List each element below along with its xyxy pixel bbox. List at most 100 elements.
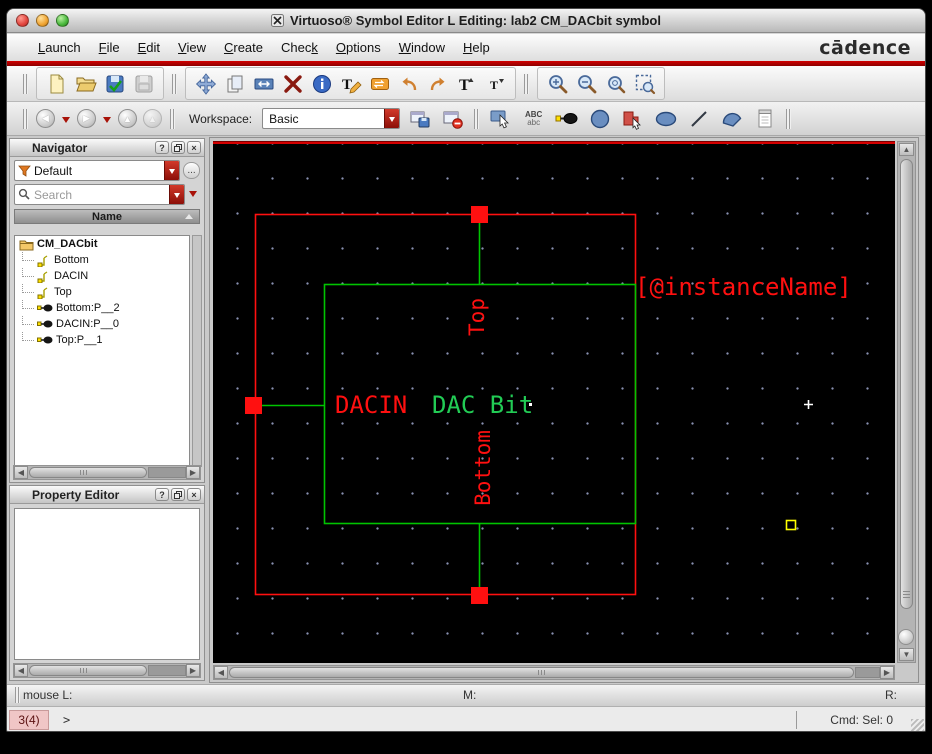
- navigator-vertical-scrollbar[interactable]: [192, 235, 202, 467]
- up-button[interactable]: ▲: [118, 109, 137, 128]
- search-options-dropdown[interactable]: [189, 190, 197, 201]
- menu-create[interactable]: Create: [215, 36, 272, 59]
- scroll-left-button[interactable]: ◀: [14, 664, 28, 677]
- menu-options[interactable]: Options: [327, 36, 390, 59]
- navigator-horizontal-scrollbar[interactable]: ◀ ▶: [13, 465, 201, 480]
- tree-item-net[interactable]: Bottom: [15, 252, 189, 268]
- navigator-close-button[interactable]: ×: [187, 141, 201, 154]
- navigator-float-button[interactable]: [171, 141, 185, 154]
- toolbar-grip[interactable]: [524, 73, 529, 94]
- property-editor-header[interactable]: Property Editor ? ×: [10, 486, 204, 504]
- edit-labels-button[interactable]: T: [337, 70, 364, 97]
- pin-label-top[interactable]: Top: [465, 298, 489, 336]
- tree-item-net[interactable]: Top: [15, 284, 189, 300]
- zoom-out-button[interactable]: [573, 70, 600, 97]
- tree-column-header[interactable]: Name: [14, 209, 200, 224]
- toolbar-grip[interactable]: [172, 73, 177, 94]
- delete-button[interactable]: [279, 70, 306, 97]
- menu-launch[interactable]: Launch: [29, 36, 90, 59]
- save-workspace-button[interactable]: [406, 105, 433, 132]
- instance-name-label[interactable]: [@instanceName]: [635, 273, 852, 301]
- menu-edit[interactable]: Edit: [129, 36, 169, 59]
- tree-item-net[interactable]: DACIN: [15, 268, 189, 284]
- scroll-up-button[interactable]: ▲: [899, 143, 914, 156]
- scroll-left-button[interactable]: ◀: [14, 466, 28, 479]
- new-file-button[interactable]: [43, 70, 70, 97]
- toolbar-grip[interactable]: [23, 73, 28, 94]
- navigator-header[interactable]: Navigator ? ×: [10, 139, 204, 157]
- text-bigger-button[interactable]: T: [453, 70, 480, 97]
- property-editor-close-button[interactable]: ×: [187, 488, 201, 501]
- forward-button[interactable]: ▶: [77, 109, 96, 128]
- menu-check[interactable]: Check: [272, 36, 327, 59]
- menu-file[interactable]: File: [90, 36, 129, 59]
- toolbar-grip[interactable]: [170, 108, 175, 129]
- filter-dropdown-button[interactable]: [164, 161, 179, 180]
- symbol-pin-left[interactable]: [245, 397, 262, 414]
- navigator-help-button[interactable]: ?: [155, 141, 169, 154]
- move-button[interactable]: [192, 70, 219, 97]
- tree-item-cell[interactable]: CM_DACbit: [15, 236, 189, 252]
- open-button[interactable]: [72, 70, 99, 97]
- selection-tool-button[interactable]: [487, 105, 514, 132]
- circle-tool-button[interactable]: [586, 105, 613, 132]
- line-tool-button[interactable]: [685, 105, 712, 132]
- command-input[interactable]: [77, 711, 785, 729]
- toolbar-grip[interactable]: [474, 108, 480, 129]
- menu-view[interactable]: View: [169, 36, 215, 59]
- pin-tool-button[interactable]: [553, 105, 580, 132]
- scroll-right-button[interactable]: ▶: [186, 664, 200, 677]
- ellipse-tool-button[interactable]: [652, 105, 679, 132]
- scroll-knob-button[interactable]: [898, 629, 914, 645]
- window-resize-grip[interactable]: [911, 719, 924, 731]
- zoom-fit-button[interactable]: [602, 70, 629, 97]
- save-button[interactable]: [101, 70, 128, 97]
- properties-button[interactable]: [308, 70, 335, 97]
- scroll-down-button[interactable]: ▼: [899, 648, 914, 661]
- stretch-button[interactable]: [250, 70, 277, 97]
- zoom-in-button[interactable]: [544, 70, 571, 97]
- workspace-dropdown-button[interactable]: [384, 109, 400, 128]
- delete-workspace-button[interactable]: [439, 105, 466, 132]
- undo-button[interactable]: [395, 70, 422, 97]
- pin-label-dacin[interactable]: DACIN: [335, 391, 407, 419]
- arc-tool-button[interactable]: [718, 105, 745, 132]
- tree-item-pin[interactable]: Top:P__1: [15, 332, 189, 348]
- canvas-horizontal-scrollbar[interactable]: ◀ ▶: [213, 665, 895, 680]
- back-button[interactable]: ◀: [36, 109, 55, 128]
- search-dropdown-button[interactable]: [169, 185, 184, 204]
- property-editor-float-button[interactable]: [171, 488, 185, 501]
- label-tool-button[interactable]: ABC abc: [520, 105, 547, 132]
- scroll-left-button[interactable]: ◀: [214, 666, 228, 679]
- redo-button[interactable]: [424, 70, 451, 97]
- refresh-button[interactable]: [366, 70, 393, 97]
- navigator-more-button[interactable]: ...: [183, 162, 200, 179]
- title-bar[interactable]: Virtuoso® Symbol Editor L Editing: lab2 …: [7, 9, 925, 33]
- property-editor-content[interactable]: [14, 508, 200, 660]
- tree-item-pin[interactable]: DACIN:P__0: [15, 316, 189, 332]
- text-smaller-button[interactable]: T: [482, 70, 509, 97]
- property-editor-horizontal-scrollbar[interactable]: ◀ ▶: [13, 663, 201, 678]
- pin-label-bottom[interactable]: Bottom: [471, 430, 495, 506]
- toolbar-grip[interactable]: [786, 108, 792, 129]
- scroll-right-button[interactable]: ▶: [186, 466, 200, 479]
- toolbar-grip[interactable]: [23, 108, 28, 129]
- note-tool-button[interactable]: [751, 105, 778, 132]
- selected-point-handle[interactable]: [785, 519, 797, 531]
- tree-item-pin[interactable]: Bottom:P__2: [15, 300, 189, 316]
- history-counter[interactable]: 3(4): [9, 710, 49, 730]
- back-history-dropdown[interactable]: [62, 116, 70, 127]
- statusbar-grip[interactable]: [15, 687, 20, 703]
- navigator-search-box[interactable]: Search: [14, 184, 185, 205]
- zoom-area-button[interactable]: [631, 70, 658, 97]
- symbol-canvas[interactable]: DACIN DAC Bit Top Bottom [@instanceName]: [213, 141, 895, 663]
- canvas-vertical-scrollbar[interactable]: ▲ ▼: [897, 141, 916, 663]
- navigator-filter-dropdown[interactable]: Default: [14, 160, 180, 181]
- workspace-dropdown[interactable]: Basic: [262, 108, 401, 129]
- symbol-pin-bottom[interactable]: [471, 587, 488, 604]
- menu-help[interactable]: Help: [454, 36, 499, 59]
- symbol-body-label[interactable]: DAC Bit: [432, 391, 533, 419]
- instance-tool-button[interactable]: [619, 105, 646, 132]
- menu-window[interactable]: Window: [390, 36, 454, 59]
- scroll-right-button[interactable]: ▶: [880, 666, 894, 679]
